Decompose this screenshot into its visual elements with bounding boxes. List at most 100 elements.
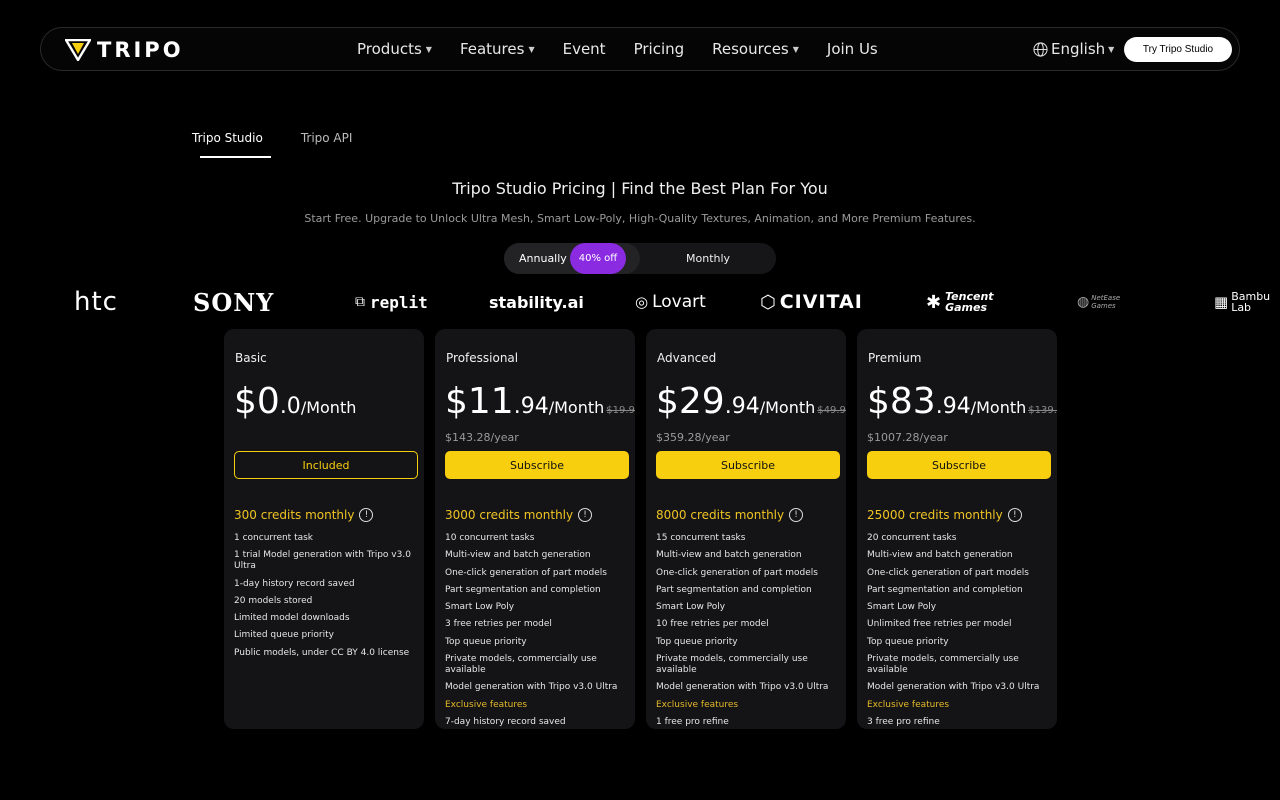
menu-resources[interactable]: Resources ▼ xyxy=(712,40,799,58)
plan-name: Professional xyxy=(446,351,519,365)
feature-item: Smart Low Poly xyxy=(445,602,515,613)
feature-item: One-click generation of part models xyxy=(867,567,1029,578)
menu-pricing-label: Pricing xyxy=(633,40,685,58)
yearly-price: $143.28/year xyxy=(445,431,519,444)
menu-join-us[interactable]: Join Us xyxy=(827,40,878,58)
htc-logo-text: htc xyxy=(74,287,118,317)
stability-logo: stability.ai xyxy=(489,286,584,318)
netease-icon: ◍ xyxy=(1077,294,1090,310)
subscribe-button[interactable]: Subscribe xyxy=(867,451,1051,479)
price-main: $29 xyxy=(656,381,725,422)
caret-down-icon: ▼ xyxy=(425,44,432,54)
feature-item: Multi-view and batch generation xyxy=(656,550,802,561)
credits-label: 3000 credits monthly xyxy=(445,508,574,522)
billing-annually-option[interactable]: Annually 40% off xyxy=(504,243,640,274)
feature-list: 20 concurrent tasks Multi-view and batch… xyxy=(867,533,1051,729)
feature-item: Part segmentation and completion xyxy=(656,584,812,595)
price-cents: .94 xyxy=(724,394,760,419)
feature-item: Public models, under CC BY 4.0 license xyxy=(234,647,410,658)
bambu-logo-text: Bambu Lab xyxy=(1231,290,1271,314)
annually-label: Annually xyxy=(519,252,567,265)
language-label: English xyxy=(1051,40,1106,58)
plan-name: Premium xyxy=(868,351,922,365)
replit-logo: ⧉ replit xyxy=(355,286,428,318)
plan-name: Basic xyxy=(235,351,267,365)
feature-item: Part segmentation and completion xyxy=(867,584,1023,595)
menu-features-label: Features xyxy=(459,40,525,58)
price-per: /Month xyxy=(759,398,816,417)
language-selector[interactable]: English ▼ xyxy=(1033,40,1114,58)
billing-toggle: Annually 40% off Monthly xyxy=(504,243,776,274)
feature-item: Model generation with Tripo v3.0 Ultra xyxy=(445,682,618,693)
menu-products[interactable]: Products ▼ xyxy=(357,40,432,58)
info-icon[interactable]: ! xyxy=(789,508,804,522)
caret-down-icon: ▼ xyxy=(792,44,799,54)
feature-item: Multi-view and batch generation xyxy=(867,550,1013,561)
feature-item-highlight: Exclusive features xyxy=(656,699,739,710)
feature-item: Top queue priority xyxy=(656,636,738,647)
menu-features[interactable]: Features ▼ xyxy=(460,40,535,58)
menu-event[interactable]: Event xyxy=(563,40,606,58)
feature-item: 10 concurrent tasks xyxy=(445,533,535,543)
bambu-lab-logo: ▦ Bambu Lab xyxy=(1214,286,1280,318)
tencent-logo-text: Tencent Games xyxy=(945,290,994,314)
feature-item: One-click generation of part models xyxy=(445,567,607,578)
feature-item: Limited model downloads xyxy=(234,613,350,624)
replit-icon: ⧉ xyxy=(355,294,365,310)
feature-list: 10 concurrent tasks Multi-view and batch… xyxy=(445,533,629,729)
info-icon[interactable]: ! xyxy=(578,508,593,522)
plan-price: $29.94/Month $49.9 xyxy=(656,381,846,422)
menu-join-us-label: Join Us xyxy=(826,40,878,58)
old-price: $49.9 xyxy=(817,405,846,416)
sony-logo-text: SONY xyxy=(193,287,275,317)
plan-card-basic: Basic $0.0/Month Included 300 credits mo… xyxy=(224,329,424,729)
feature-item-highlight: Exclusive features xyxy=(445,699,528,710)
feature-item: 10 free retries per model xyxy=(656,619,769,630)
menu-products-label: Products xyxy=(357,40,422,58)
plan-card-advanced: Advanced $29.94/Month $49.9 $359.28/year … xyxy=(646,329,846,729)
feature-item: 1-day history record saved xyxy=(234,578,355,589)
included-button[interactable]: Included xyxy=(234,451,418,479)
lovart-icon: ◎ xyxy=(635,293,649,311)
price-main: $0 xyxy=(234,381,280,422)
price-per: /Month xyxy=(970,398,1027,417)
yearly-price: $1007.28/year xyxy=(867,431,948,444)
plan-card-premium: Premium $83.94/Month$139.9 $1007.28/year… xyxy=(857,329,1057,729)
feature-item: One-click generation of part models xyxy=(656,567,818,578)
subscribe-button[interactable]: Subscribe xyxy=(445,451,629,479)
replit-logo-text: replit xyxy=(370,292,428,312)
billing-monthly-option[interactable]: Monthly xyxy=(686,252,730,265)
info-icon[interactable]: ! xyxy=(359,508,374,522)
lovart-logo: ◎ Lovart xyxy=(635,286,706,318)
tripo-logo[interactable]: TRIPO xyxy=(65,38,184,62)
tab-tripo-api[interactable]: Tripo API xyxy=(301,131,353,145)
caret-down-icon: ▼ xyxy=(528,44,535,54)
feature-item: Multi-view and batch generation xyxy=(445,550,591,561)
tab-tripo-studio[interactable]: Tripo Studio xyxy=(192,131,271,158)
sony-logo: SONY xyxy=(193,286,274,318)
feature-item: Limited queue priority xyxy=(234,630,334,641)
feature-item: Model generation with Tripo v3.0 Ultra xyxy=(656,682,829,693)
plan-card-professional: Professional $11.94/Month $19.9 $143.28/y… xyxy=(435,329,635,729)
feature-item: Private models, commercially use availab… xyxy=(445,654,597,676)
partner-logos: htc SONY ⧉ replit stability.ai ◎ Lovart … xyxy=(0,286,1280,318)
feature-item: 15 concurrent tasks xyxy=(656,533,746,543)
menu-pricing[interactable]: Pricing xyxy=(634,40,685,58)
netease-games-logo: ◍ NetEase Games xyxy=(1077,286,1131,318)
info-icon[interactable]: ! xyxy=(1007,508,1022,522)
tencent-games-logo: ✱ Tencent Games xyxy=(926,286,997,318)
subscribe-button[interactable]: Subscribe xyxy=(656,451,840,479)
price-cents: .94 xyxy=(935,394,971,419)
feature-item: Smart Low Poly xyxy=(867,602,937,613)
plan-credits: 300 credits monthly ! xyxy=(234,508,374,522)
credits-label: 300 credits monthly xyxy=(234,508,355,522)
plan-price: $83.94/Month$139.9 xyxy=(867,381,1057,422)
plan-price: $11.94/Month $19.9 xyxy=(445,381,635,422)
price-cents: .0 xyxy=(279,394,301,419)
plan-name: Advanced xyxy=(657,351,717,365)
old-price: $19.9 xyxy=(606,405,635,416)
feature-item: Private models, commercially use availab… xyxy=(656,654,808,676)
tripo-logo-icon xyxy=(65,39,91,61)
feature-item: 20 models stored xyxy=(234,595,313,606)
try-tripo-studio-button[interactable]: Try Tripo Studio xyxy=(1124,37,1232,62)
